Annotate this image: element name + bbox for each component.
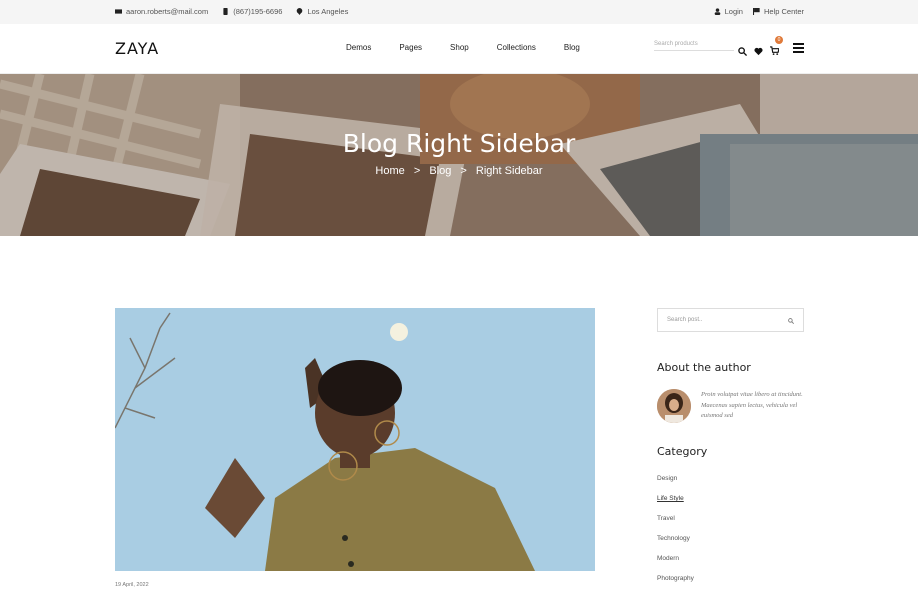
location-text: Los Angeles <box>307 7 349 16</box>
author-photo <box>657 389 691 423</box>
page-title: Blog Right Sidebar <box>342 129 576 158</box>
breadcrumb-separator: > <box>413 165 421 177</box>
category-link[interactable]: Life Style <box>657 495 684 502</box>
mail-icon <box>115 9 122 14</box>
search-icon[interactable] <box>738 46 747 56</box>
hero-banner: Blog Right Sidebar Home > Blog > Right S… <box>0 74 918 236</box>
phone-text: (867)195-6696 <box>233 7 283 16</box>
breadcrumb: Home > Blog > Right Sidebar <box>0 165 918 177</box>
about-author-heading: About the author <box>657 361 751 374</box>
phone-contact[interactable]: (867)195-6696 <box>222 7 282 16</box>
help-center-label: Help Center <box>763 7 804 16</box>
category-link[interactable]: Travel <box>657 515 675 522</box>
breadcrumb-blog[interactable]: Blog <box>429 165 451 177</box>
author-avatar <box>657 389 691 423</box>
map-pin-icon <box>297 8 303 15</box>
category-link[interactable]: Technology <box>657 535 690 542</box>
email-contact[interactable]: aaron.roberts@mail.com <box>115 7 208 16</box>
user-icon <box>714 8 720 15</box>
site-logo[interactable]: ZAYA <box>115 39 159 58</box>
heart-icon[interactable] <box>754 47 763 56</box>
post-search-input[interactable]: Search post.. <box>657 308 804 332</box>
product-search-input[interactable]: Search products <box>654 41 734 51</box>
location-contact: Los Angeles <box>296 7 348 16</box>
nav-pages[interactable]: Pages <box>399 43 422 52</box>
help-center-link[interactable]: Help Center <box>752 7 804 16</box>
category-heading: Category <box>657 445 708 458</box>
category-link[interactable]: Photography <box>657 575 694 582</box>
nav-shop[interactable]: Shop <box>450 43 469 52</box>
hamburger-menu-icon[interactable] <box>793 43 804 55</box>
post-search-placeholder: Search post.. <box>667 317 703 323</box>
email-text: aaron.roberts@mail.com <box>126 7 209 16</box>
cart-icon <box>770 46 780 55</box>
login-label: Login <box>724 7 743 16</box>
cart-button[interactable]: 0 <box>770 36 783 60</box>
breadcrumb-home[interactable]: Home <box>375 165 404 177</box>
nav-demos[interactable]: Demos <box>346 43 371 52</box>
phone-icon <box>223 8 228 15</box>
top-bar: aaron.roberts@mail.com (867)195-6696 Los… <box>0 0 918 24</box>
nav-collections[interactable]: Collections <box>497 43 536 52</box>
login-link[interactable]: Login <box>714 7 743 16</box>
post-featured-image[interactable] <box>115 308 595 571</box>
post-date: 19 April, 2022 <box>115 582 149 588</box>
category-link[interactable]: Modern <box>657 555 679 562</box>
main-header: ZAYA Demos Pages Shop Collections Blog S… <box>0 24 918 74</box>
author-bio: Proin volutpat vitae libero at tincidunt… <box>701 391 803 419</box>
category-link[interactable]: Design <box>657 475 677 482</box>
cart-count-badge: 0 <box>775 36 783 44</box>
flag-icon <box>752 8 760 15</box>
search-icon[interactable] <box>788 318 794 324</box>
nav-blog[interactable]: Blog <box>564 43 580 52</box>
breadcrumb-current: Right Sidebar <box>475 165 543 177</box>
main-nav: Demos Pages Shop Collections Blog <box>346 43 608 52</box>
breadcrumb-separator: > <box>460 165 467 177</box>
woman-photo <box>115 308 595 571</box>
